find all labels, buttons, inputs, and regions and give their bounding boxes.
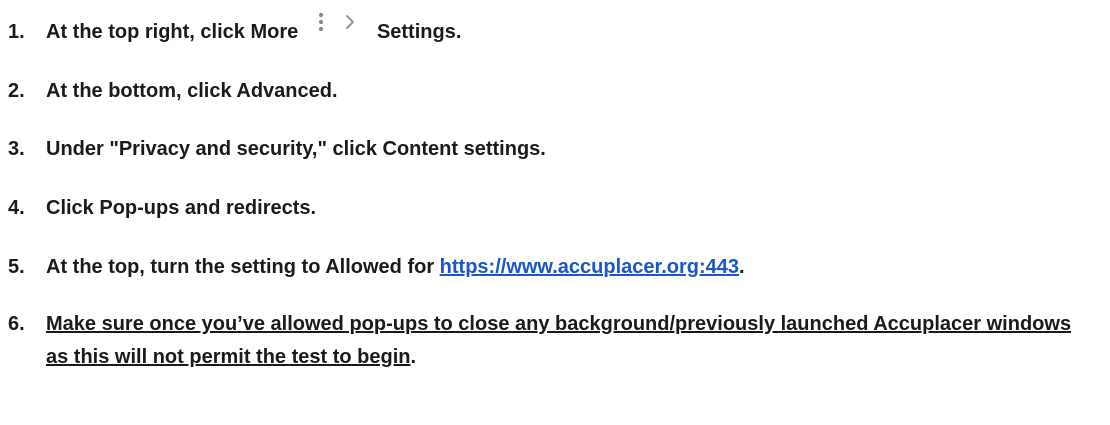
step-6: 6. Make sure once you’ve allowed pop-ups… <box>8 308 1090 374</box>
step-5: 5. At the top, turn the setting to Allow… <box>8 251 1090 283</box>
step-text: At the top right, click More Settings. <box>46 12 462 48</box>
step-number: 5. <box>8 256 25 278</box>
step-text: Under "Privacy and security," click Cont… <box>46 138 546 160</box>
step-3: 3. Under "Privacy and security," click C… <box>8 133 1090 165</box>
chevron-right-icon <box>346 15 355 29</box>
step-number: 2. <box>8 80 25 102</box>
step-text: Click Pop-ups and redirects. <box>46 197 317 219</box>
instruction-steps: 1. At the top right, click More Settings… <box>0 0 1110 425</box>
step-text: Make sure once you’ve allowed pop-ups to… <box>46 308 1090 374</box>
step-text: At the bottom, click Advanced. <box>46 80 338 102</box>
step-text-before: At the top, turn the setting to Allowed … <box>46 256 440 278</box>
step-number: 3. <box>8 138 25 160</box>
step-text-after: Settings. <box>376 21 462 43</box>
step-text-after: . <box>410 346 417 368</box>
step-text-underlined: Make sure once you’ve allowed pop-ups to… <box>46 313 1072 368</box>
step-number: 4. <box>8 197 25 219</box>
step-text-after: . <box>739 256 745 278</box>
step-number: 1. <box>8 21 25 43</box>
step-text: At the top, turn the setting to Allowed … <box>46 251 745 283</box>
accuplacer-link[interactable]: https://www.accuplacer.org:443 <box>440 256 739 278</box>
step-1: 1. At the top right, click More Settings… <box>8 12 1090 48</box>
more-vertical-icon <box>318 12 323 32</box>
step-2: 2. At the bottom, click Advanced. <box>8 75 1090 107</box>
step-number: 6. <box>8 313 25 335</box>
step-4: 4. Click Pop-ups and redirects. <box>8 192 1090 224</box>
step-text-before: At the top right, click More <box>46 21 299 43</box>
